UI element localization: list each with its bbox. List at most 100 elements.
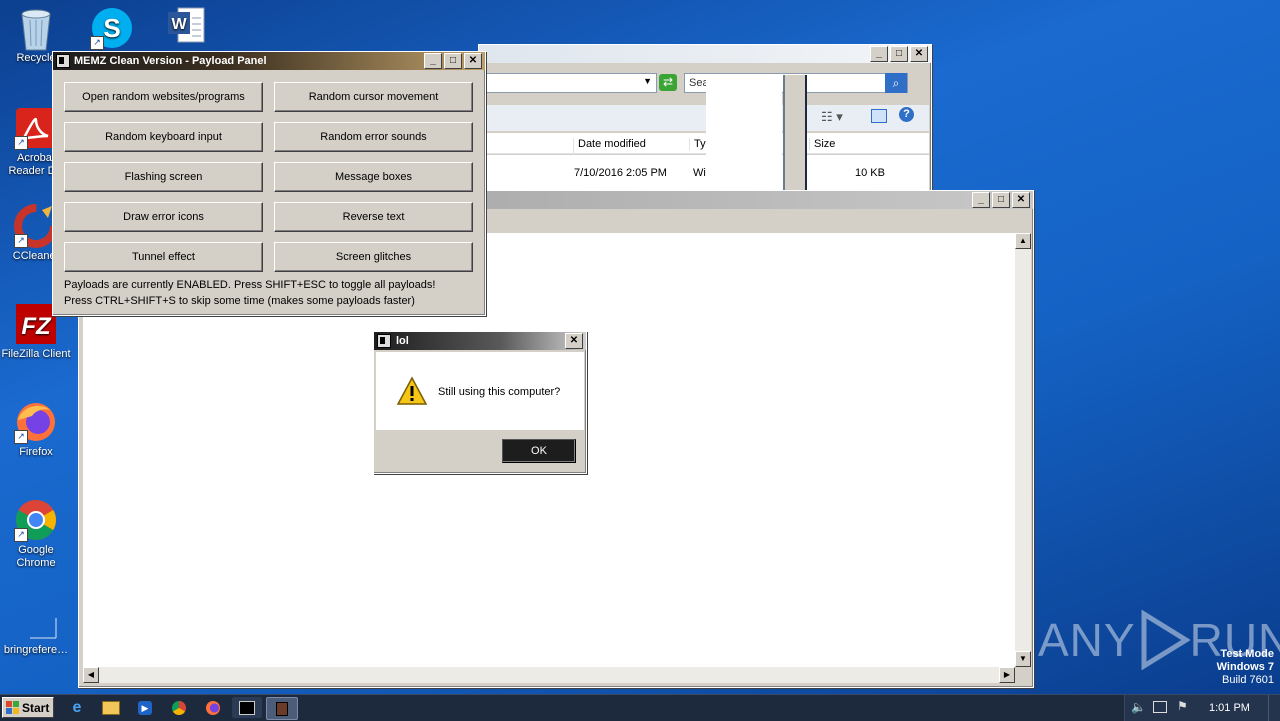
shortcut-arrow-icon: ↗ (14, 430, 28, 444)
close-button[interactable]: ✕ (1012, 192, 1030, 208)
dialog-titlebar[interactable]: lol ✕ (374, 332, 586, 350)
minimize-button[interactable]: _ (870, 46, 888, 62)
payload-draw-error-icons-button[interactable]: Draw error icons (64, 202, 263, 232)
skype-icon: S ↗ (90, 6, 134, 50)
help-icon[interactable]: ? (899, 107, 914, 122)
column-date-modified[interactable]: Date modified (573, 138, 646, 156)
windows-logo-icon (6, 701, 19, 714)
payload-reverse-text-button[interactable]: Reverse text (274, 202, 473, 232)
action-center-icon[interactable]: ⚑ (1177, 699, 1188, 713)
close-button[interactable]: ✕ (464, 53, 482, 69)
shortcut-arrow-icon: ↗ (14, 528, 28, 542)
scroll-left-icon[interactable]: ◀ (83, 667, 99, 683)
word-document-icon: W (164, 6, 208, 50)
memz-titlebar[interactable]: MEMZ Clean Version - Payload Panel _ □ ✕ (53, 52, 485, 70)
desktop-icon-file[interactable]: bringrefere… (0, 616, 72, 657)
maximize-button[interactable]: □ (890, 46, 908, 62)
horizontal-scrollbar[interactable]: ◀ ▶ (83, 667, 1015, 683)
show-desktop-button[interactable] (1268, 695, 1280, 721)
column-header-row: Date modified Ty Size (479, 133, 929, 156)
taskbar-memz-icon[interactable] (266, 697, 298, 720)
warning-icon (396, 376, 428, 409)
svg-text:W: W (171, 16, 187, 33)
memz-app-icon (56, 54, 70, 68)
search-icon[interactable]: ⌕ (885, 73, 907, 93)
os-version: Windows 7 (1216, 661, 1274, 673)
minimize-button[interactable]: _ (972, 192, 990, 208)
vertical-scrollbar[interactable]: ▲ ▼ (1015, 233, 1031, 667)
file-size: 10 KB (855, 167, 885, 179)
maximize-button[interactable]: □ (444, 53, 462, 69)
column-type[interactable]: Ty (689, 138, 706, 150)
view-options-icon[interactable]: ☷ ▾ (821, 109, 843, 125)
dialog-ok-button[interactable]: OK (502, 439, 576, 463)
file-type: Wi (693, 167, 706, 179)
close-button[interactable]: ✕ (910, 46, 928, 62)
shortcut-arrow-icon: ↗ (90, 36, 104, 50)
payload-error-sounds-button[interactable]: Random error sounds (274, 122, 473, 152)
taskbar-explorer-icon[interactable] (96, 697, 126, 718)
dialog-close-button[interactable]: ✕ (565, 333, 583, 349)
taskbar-terminal-icon[interactable] (232, 697, 262, 718)
desktop-icon-skype[interactable]: S ↗ (76, 6, 148, 52)
desktop-icon-firefox[interactable]: ↗ Firefox (0, 400, 72, 459)
firefox-icon: ↗ (14, 400, 58, 444)
payload-cursor-movement-button[interactable]: Random cursor movement (274, 82, 473, 112)
dialog-message: Still using this computer? (438, 386, 561, 398)
address-bar[interactable]: ▼ (483, 73, 657, 93)
start-button[interactable]: Start (2, 697, 54, 718)
taskbar: Start e ▶ 🔈 ⚑ 1:01 PM (0, 694, 1280, 721)
explorer-titlebar[interactable]: _ □ ✕ (479, 45, 931, 63)
os-build: Build 7601 (1222, 674, 1274, 686)
column-size[interactable]: Size (809, 138, 835, 150)
shortcut-arrow-icon: ↗ (14, 234, 28, 248)
os-info: Test Mode Windows 7 Build 7601 (1217, 648, 1274, 687)
chrome-icon: ↗ (14, 498, 58, 542)
dialog-app-icon (377, 334, 391, 348)
dialog-title: lol (396, 335, 409, 347)
svg-text:S: S (103, 13, 120, 43)
memz-payload-panel[interactable]: MEMZ Clean Version - Payload Panel _ □ ✕… (52, 51, 486, 316)
dropdown-arrow-icon[interactable]: ▼ (643, 76, 652, 86)
dialog-body: Still using this computer? (376, 352, 584, 430)
taskbar-media-player-icon[interactable]: ▶ (130, 697, 160, 718)
payload-screen-glitches-button[interactable]: Screen glitches (274, 242, 473, 272)
preview-pane-icon[interactable] (871, 109, 887, 123)
volume-icon[interactable]: 🔈 (1131, 700, 1146, 714)
taskbar-chrome-icon[interactable] (164, 697, 194, 718)
svg-text:FZ: FZ (21, 313, 52, 340)
scroll-right-icon[interactable]: ▶ (999, 667, 1015, 683)
network-icon[interactable] (1153, 701, 1167, 713)
payload-flashing-screen-button[interactable]: Flashing screen (64, 162, 263, 192)
file-row[interactable]: 7/10/2016 2:05 PM Wi 10 KB (479, 155, 929, 193)
file-icon (14, 616, 58, 642)
maximize-button[interactable]: □ (992, 192, 1010, 208)
payload-open-websites-button[interactable]: Open random websites/programs (64, 82, 263, 112)
payload-keyboard-input-button[interactable]: Random keyboard input (64, 122, 263, 152)
system-tray: 🔈 ⚑ 1:01 PM (1124, 695, 1280, 721)
taskbar-ie-icon[interactable]: e (62, 697, 92, 718)
payload-tunnel-effect-button[interactable]: Tunnel effect (64, 242, 263, 272)
desktop-icon-word[interactable]: W (150, 6, 222, 52)
explorer-window[interactable]: _ □ ✕ ▼ ⇄ Sea ⌕ ☷ ▾ ? Date modified Ty S… (478, 44, 932, 251)
os-test-mode: Test Mode (1220, 648, 1274, 660)
scroll-down-icon[interactable]: ▼ (1015, 651, 1031, 667)
refresh-icon[interactable]: ⇄ (659, 74, 677, 91)
memz-title: MEMZ Clean Version - Payload Panel (74, 55, 267, 67)
memz-status-enabled: Payloads are currently ENABLED. Press SH… (64, 279, 436, 291)
shortcut-arrow-icon: ↗ (14, 136, 28, 150)
desktop-icon-chrome[interactable]: ↗ Google Chrome (0, 498, 72, 570)
minimize-button[interactable]: _ (424, 53, 442, 69)
message-dialog[interactable]: lol ✕ Still using this computer? OK (373, 331, 587, 474)
watermark-left: ANY (1038, 614, 1136, 666)
taskbar-firefox-icon[interactable] (198, 697, 228, 718)
clock[interactable]: 1:01 PM (1209, 702, 1250, 714)
memz-status-skip-hint: Press CTRL+SHIFT+S to skip some time (ma… (64, 295, 415, 307)
recycle-bin-icon (14, 6, 58, 51)
scroll-up-icon[interactable]: ▲ (1015, 233, 1031, 249)
file-date: 7/10/2016 2:05 PM (574, 167, 667, 179)
payload-message-boxes-button[interactable]: Message boxes (274, 162, 473, 192)
play-logo-icon (1141, 610, 1190, 670)
start-label: Start (22, 700, 50, 715)
toolbar-strip: ☷ ▾ ? (479, 105, 929, 131)
